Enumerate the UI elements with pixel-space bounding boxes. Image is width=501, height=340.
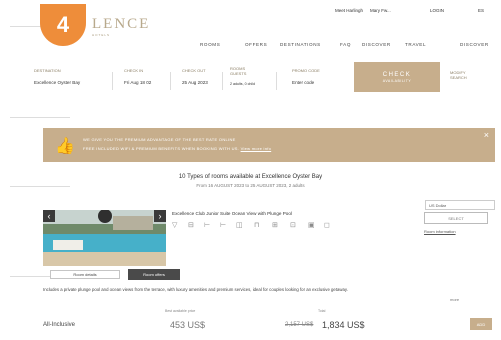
nav-item-discover[interactable]: DISCOVER <box>362 42 391 47</box>
checkin-field[interactable]: Fri Aug 18 02 <box>124 80 151 85</box>
check-button-sublabel: AVAILABILITY <box>382 78 412 83</box>
checkout-label: CHECK OUT <box>182 68 206 73</box>
promo-line-1: WE GIVE YOU THE PREMIUM ADVANTAGE OF THE… <box>83 137 236 142</box>
nav-item-faq[interactable]: FAQ <box>340 42 351 47</box>
more-link[interactable]: more <box>450 297 459 302</box>
destination-field[interactable]: Excellence Oyster Bay <box>34 80 80 85</box>
divider <box>222 72 223 90</box>
topbar-link[interactable]: Meet Harlingh <box>335 8 363 13</box>
availability-subtitle: From 16 AUGUST 2023 to 25 AUGUST 2023, 2… <box>196 183 305 188</box>
thumbs-up-icon: 👍 <box>55 138 75 155</box>
divider <box>276 72 277 90</box>
main-nav: ROOMS OFFERS DESTINATIONS FAQ DISCOVER T… <box>200 42 500 50</box>
plug-icon: ⊞ <box>272 222 278 229</box>
bath-icon: ⊓ <box>254 222 260 229</box>
promo-line-2: FREE INCLUDED WIFI & PREMIUM BENEFITS WH… <box>83 146 272 151</box>
room-description: Includes a private plunge pool and ocean… <box>43 287 348 292</box>
divider <box>10 117 70 118</box>
shower-icon: ◫ <box>236 222 243 229</box>
price-per-night: 453 US$ <box>170 320 206 330</box>
check-availability-button[interactable]: CHECK AVAILABILITY <box>354 62 440 92</box>
price-column-header: Best available price <box>165 309 196 313</box>
total-price: 1,834 US$ <box>322 320 365 330</box>
brand-logo-sub: HOTELS <box>92 33 111 37</box>
rooms-label: ROOMS GUESTS <box>230 66 247 76</box>
nav-item-rooms[interactable]: ROOMS <box>200 42 220 47</box>
old-price: 2,157 US$ <box>285 322 314 328</box>
close-icon[interactable]: × <box>484 130 489 140</box>
rate-name: All-Inclusive <box>43 322 76 328</box>
modify-search-link[interactable]: MODIFY SEARCH <box>450 70 480 80</box>
tv-icon: ⊡ <box>290 222 296 229</box>
promo-banner: 👍 WE GIVE YOU THE PREMIUM ADVANTAGE OF T… <box>43 128 495 162</box>
availability-title: 10 Types of rooms available at Excellenc… <box>178 174 323 180</box>
room-photo[interactable]: ‹ › <box>43 210 166 266</box>
promo-code-field[interactable]: Enter code <box>292 80 314 85</box>
brand-logo[interactable]: LENCE <box>92 16 150 33</box>
topbar-link[interactable]: Mary Fw... <box>370 8 391 13</box>
promo-info-link[interactable]: View more info <box>241 146 272 151</box>
nav-item-destinations[interactable]: DESTINATIONS <box>280 42 321 47</box>
promo-code-label: PROMO CODE <box>292 68 320 73</box>
checkin-label: CHECK IN <box>124 68 144 73</box>
divider <box>112 72 113 90</box>
nav-item-offers[interactable]: OFFERS <box>245 42 267 47</box>
prev-photo-arrow[interactable]: ‹ <box>43 210 55 222</box>
room-title[interactable]: Excellence Club Junior Suite Ocean View … <box>172 211 292 216</box>
bed-icon: ⊢ <box>204 222 211 229</box>
safe-icon: ◻ <box>324 222 330 229</box>
phone-icon: ▣ <box>308 222 315 229</box>
select-room-button[interactable]: SELECT <box>424 212 488 224</box>
nav-item-travel[interactable]: TRAVEL <box>405 42 426 47</box>
room-info-link[interactable]: Room information <box>424 229 456 234</box>
tab-room-details[interactable]: Room details <box>50 270 120 279</box>
total-column-header: Total <box>318 309 326 313</box>
divider <box>170 72 171 90</box>
nav-item-discover-2[interactable]: DISCOVER <box>460 42 489 47</box>
login-link[interactable]: LOGIN <box>430 8 444 13</box>
wifi-icon: ▽ <box>172 222 178 229</box>
destination-label: DESTINATION <box>34 68 61 73</box>
currency-select[interactable]: US Dollar <box>425 200 495 210</box>
bed-icon: ⊢ <box>220 222 227 229</box>
language-select[interactable]: ES <box>478 8 484 13</box>
bed-icon: ⊟ <box>188 222 194 229</box>
checkout-field[interactable]: 25 Aug 2023 <box>182 80 208 85</box>
check-button-label: CHECK <box>382 71 412 78</box>
add-rate-button[interactable]: ADD <box>470 318 492 330</box>
step-number-badge: 4 <box>40 4 86 46</box>
room-photo-image <box>43 210 166 266</box>
rooms-field[interactable]: 2 adults, 0 child <box>230 82 255 86</box>
tab-room-offers[interactable]: Room offers <box>128 269 180 280</box>
next-photo-arrow[interactable]: › <box>154 210 166 222</box>
